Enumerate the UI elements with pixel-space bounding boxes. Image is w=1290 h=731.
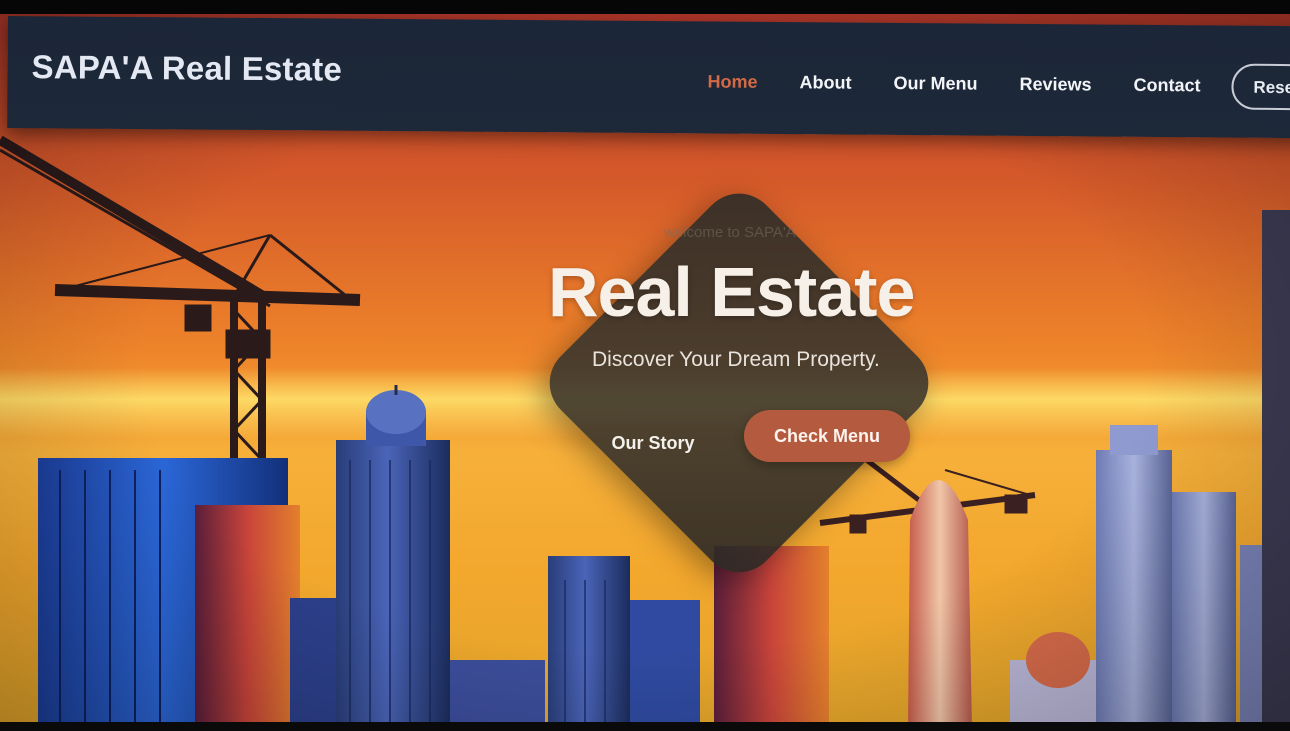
nav-link-reviews[interactable]: Reviews xyxy=(1019,74,1091,96)
our-story-button[interactable]: Our Story xyxy=(596,418,710,466)
hero-welcome-text: welcome to SAPA'A xyxy=(664,224,796,241)
monitor-bezel-bottom xyxy=(0,722,1290,731)
nav-link-contact[interactable]: Contact xyxy=(1133,75,1200,97)
check-menu-button[interactable]: Check Menu xyxy=(744,410,910,462)
nav-link-about[interactable]: About xyxy=(799,72,851,93)
nav-links: Home About Our Menu Reviews Contact xyxy=(707,71,1242,96)
nav-link-home[interactable]: Home xyxy=(707,71,757,92)
hero-subtitle: Discover Your Dream Property. xyxy=(592,348,880,371)
hero-title: Real Estate xyxy=(548,253,915,331)
reserve-button[interactable]: Rese xyxy=(1231,63,1290,111)
nav-link-our-menu[interactable]: Our Menu xyxy=(893,73,977,95)
browser-screen: SAPA'A Real Estate Home About Our Menu R… xyxy=(0,0,1290,731)
brand-logo-text[interactable]: SAPA'A Real Estate xyxy=(31,48,342,88)
monitor-bezel-top xyxy=(0,0,1290,14)
top-navbar: SAPA'A Real Estate Home About Our Menu R… xyxy=(7,16,1290,139)
